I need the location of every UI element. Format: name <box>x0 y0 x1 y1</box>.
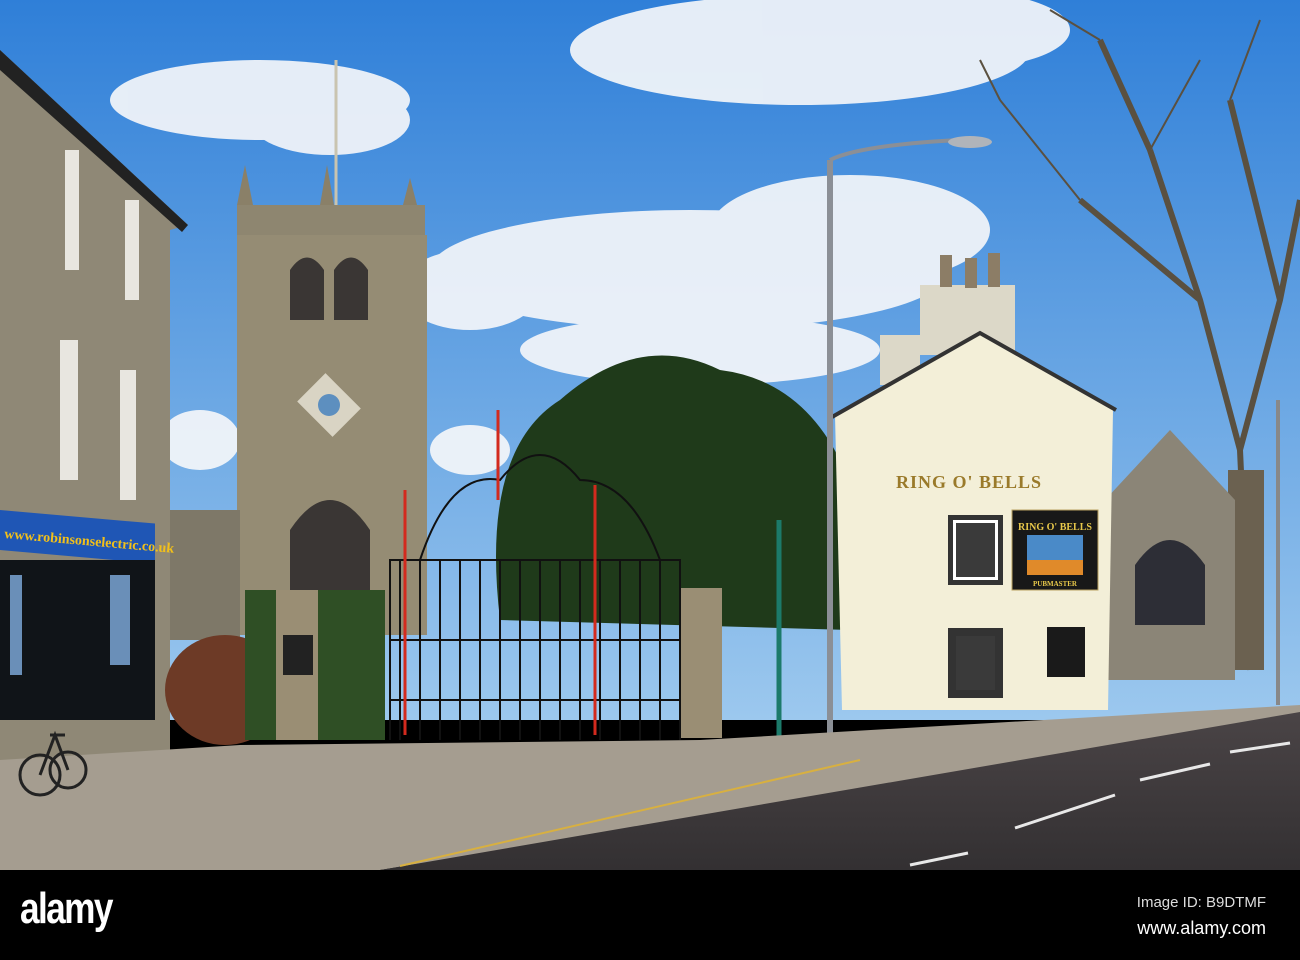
site-url: www.alamy.com <box>1137 918 1266 938</box>
image-id: Image ID: B9DTMF <box>1136 894 1266 911</box>
photo-scene: www.robinsonselectric.co.uk RING O' BELL… <box>0 0 1300 870</box>
watermark-bar: alamy Image ID: B9DTMF www.alamy.com <box>0 870 1300 960</box>
pub-hanging-sign: RING O' BELLS PUBMASTER <box>1011 509 1099 591</box>
pub-sign-title: RING O' BELLS <box>1018 522 1092 533</box>
pub-sign-subtitle: PUBMASTER <box>1033 580 1078 588</box>
pub-name: RING O' BELLS <box>896 472 1042 492</box>
alamy-logo: alamy <box>20 884 113 933</box>
